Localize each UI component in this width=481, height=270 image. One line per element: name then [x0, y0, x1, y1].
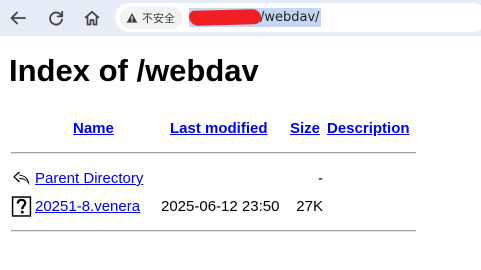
url-text[interactable]: /webdav/ — [188, 8, 321, 28]
back-arrow-icon — [10, 11, 26, 25]
sort-by-name-link[interactable]: Name — [73, 120, 114, 137]
redaction-mark — [188, 8, 262, 26]
file-link[interactable]: 20251-8.venera — [35, 198, 140, 215]
address-bar[interactable]: 不安全 /webdav/ — [115, 3, 481, 32]
file-size: 27K — [296, 198, 323, 215]
parent-directory-icon — [13, 171, 30, 186]
table-row: 20251-8.venera 2025-06-12 23:50 27K — [9, 196, 429, 218]
footer-divider — [11, 230, 416, 232]
sort-by-size-link[interactable]: Size — [290, 120, 320, 137]
sort-by-last-modified-link[interactable]: Last modified — [170, 120, 268, 137]
security-label: 不安全 — [142, 11, 175, 25]
back-button[interactable] — [5, 5, 31, 31]
browser-toolbar: 不安全 /webdav/ — [0, 0, 481, 36]
url-path: /webdav/ — [260, 10, 320, 25]
sort-by-description-link[interactable]: Description — [327, 120, 410, 137]
home-icon — [84, 10, 100, 26]
table-row: Parent Directory - — [9, 168, 429, 190]
unknown-file-icon — [11, 196, 32, 217]
file-modified: 2025-06-12 23:50 — [161, 198, 280, 215]
home-button[interactable] — [79, 5, 105, 31]
warning-icon — [126, 12, 138, 23]
site-security-indicator[interactable]: 不安全 — [120, 6, 183, 29]
reload-icon — [49, 10, 64, 26]
parent-directory-link[interactable]: Parent Directory — [35, 170, 143, 187]
header-divider — [11, 152, 416, 154]
parent-directory-size: - — [318, 170, 323, 187]
page-title: Index of /webdav — [9, 53, 259, 88]
reload-button[interactable] — [43, 5, 69, 31]
